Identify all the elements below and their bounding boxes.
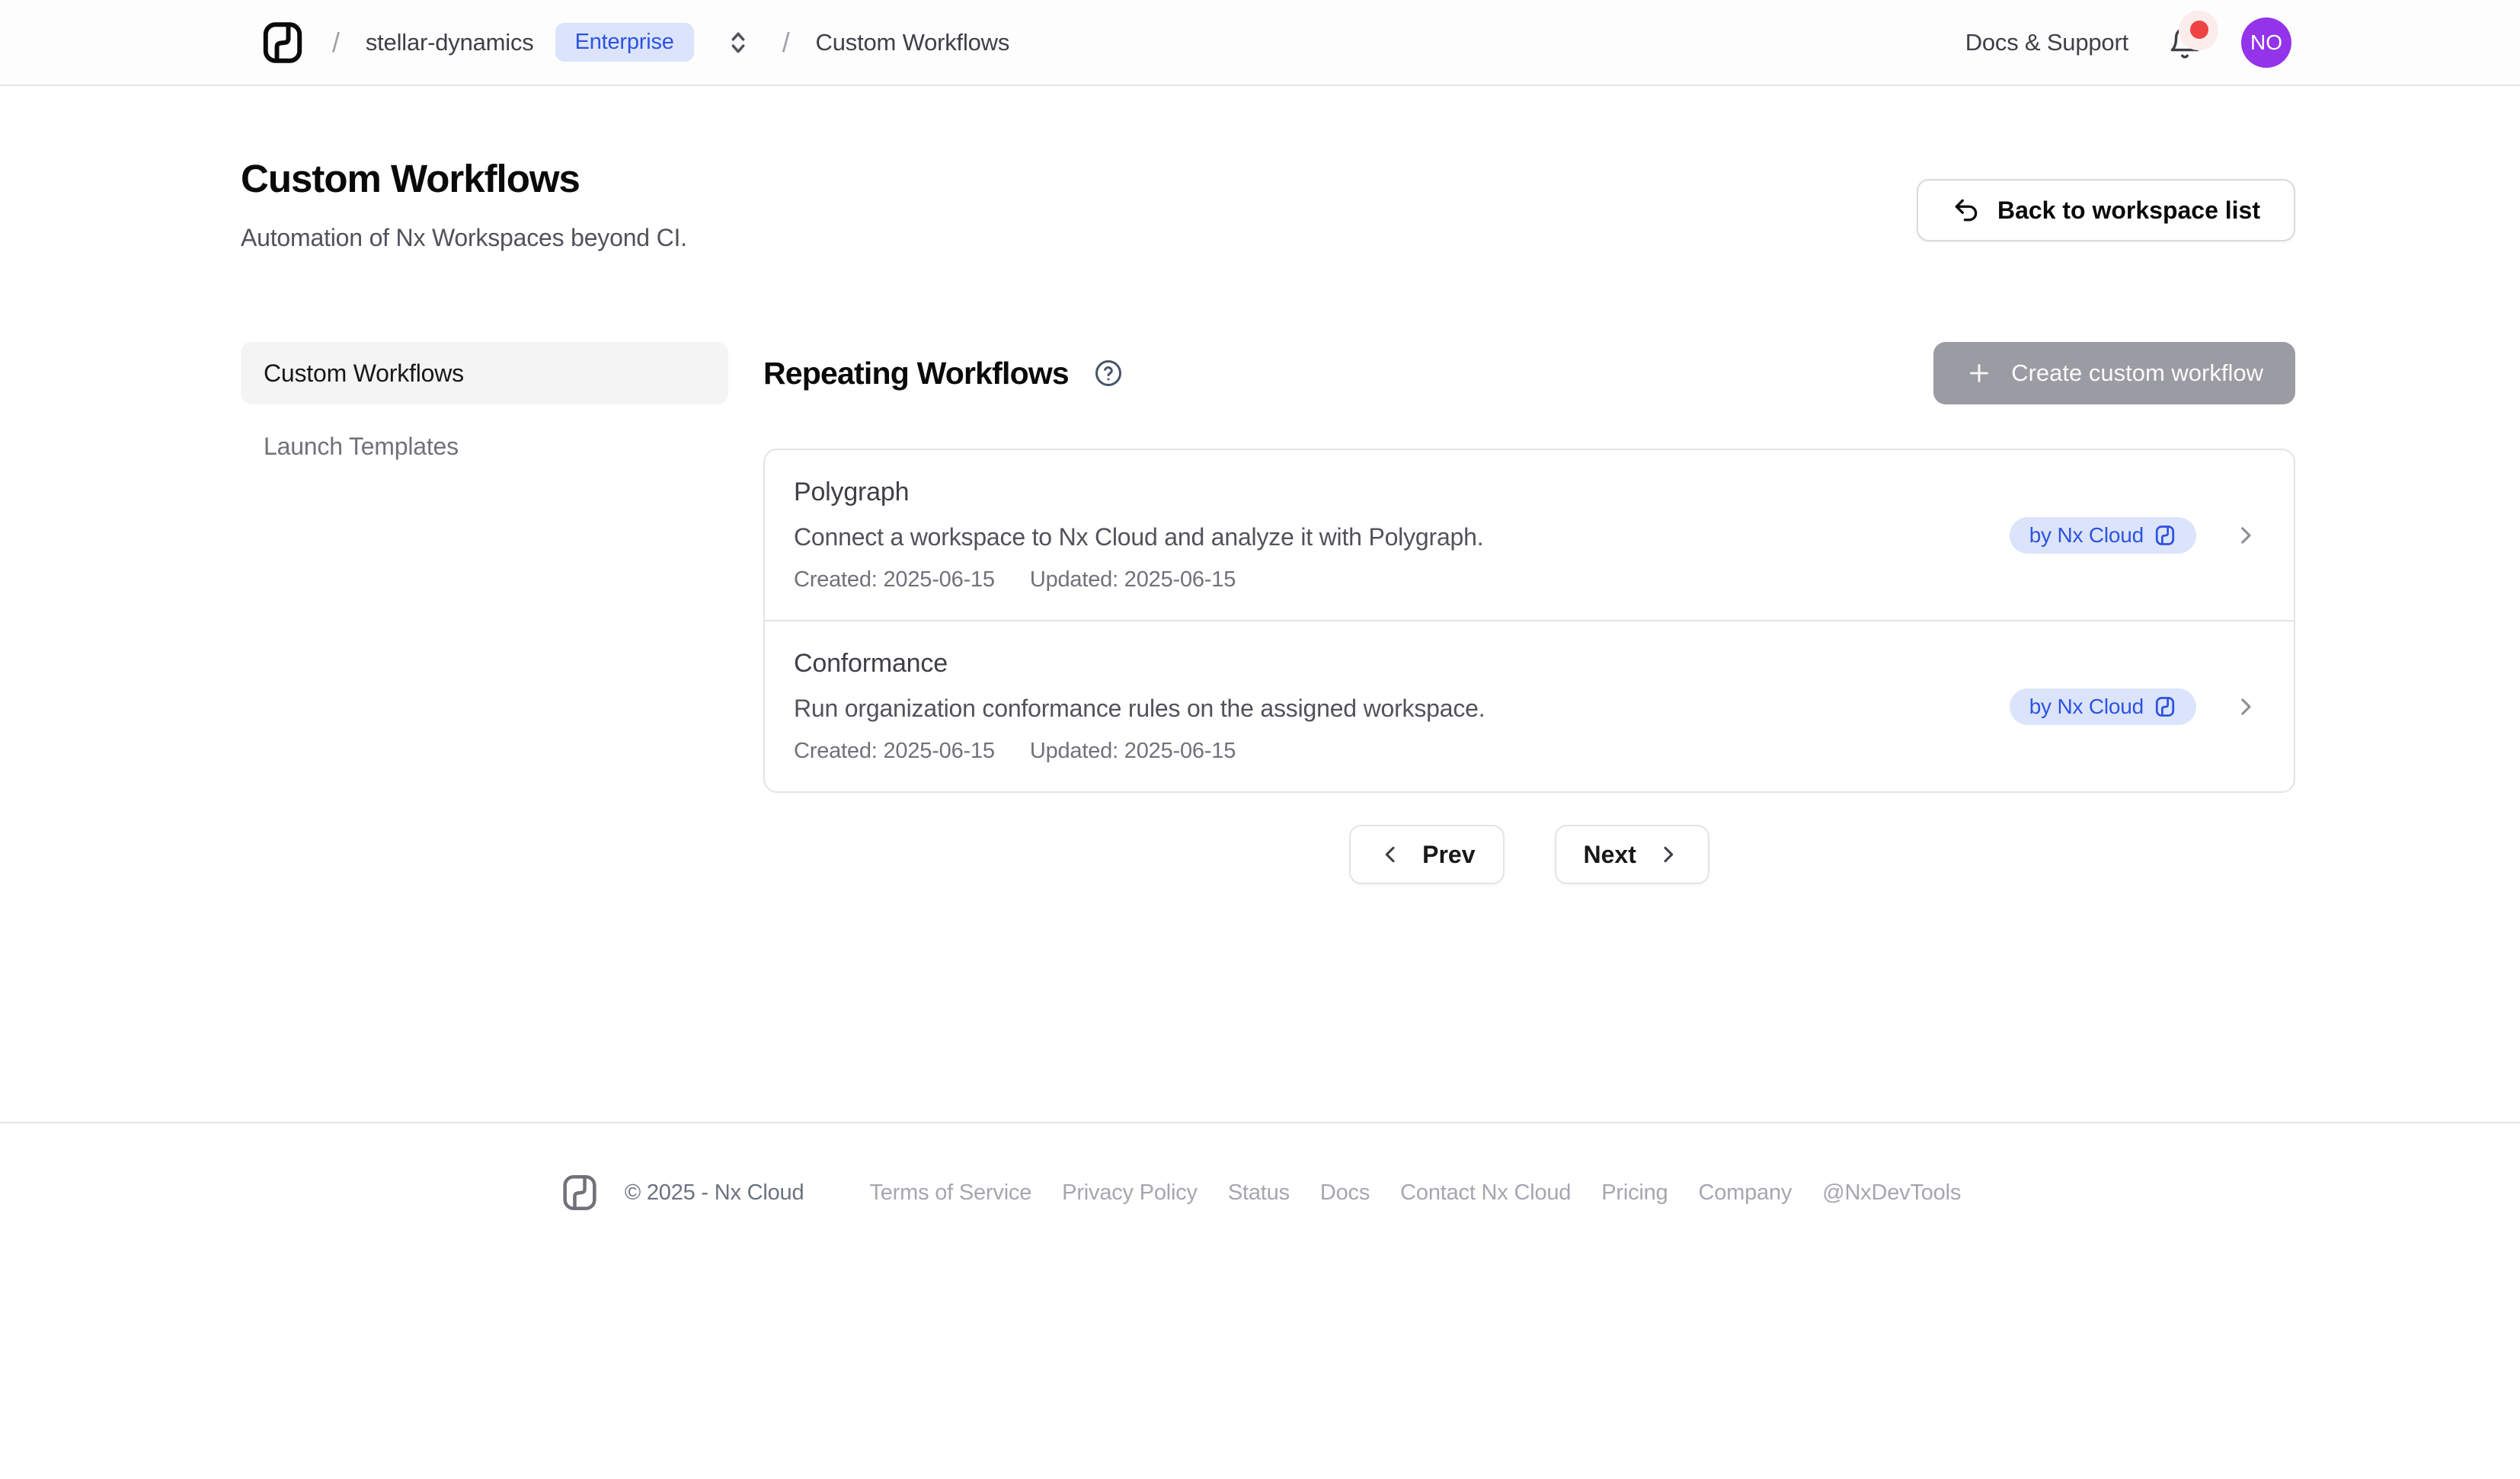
avatar[interactable]: NO	[2241, 18, 2291, 68]
workflow-info: Conformance Run organization conformance…	[794, 649, 2010, 764]
next-label: Next	[1584, 841, 1636, 869]
breadcrumb: / stellar-dynamics Enterprise / Custom W…	[259, 19, 1009, 66]
next-page-button[interactable]: Next	[1555, 825, 1709, 884]
footer: © 2025 - Nx Cloud Terms of Service Priva…	[0, 1122, 2520, 1213]
workflow-row-actions: by Nx Cloud	[2010, 517, 2265, 554]
workflow-row-actions: by Nx Cloud	[2010, 688, 2265, 725]
workflow-description: Connect a workspace to Nx Cloud and anal…	[794, 523, 2010, 551]
page-title: Custom Workflows	[241, 156, 687, 201]
workflow-row-polygraph[interactable]: Polygraph Connect a workspace to Nx Clou…	[765, 450, 2294, 620]
workflow-meta: Created: 2025-06-15 Updated: 2025-06-15	[794, 739, 2010, 764]
section-title: Repeating Workflows	[763, 356, 1069, 391]
section-header: Repeating Workflows	[763, 342, 2295, 404]
back-button-label: Back to workspace list	[1997, 196, 2260, 225]
help-circle-icon	[1093, 358, 1124, 388]
footer-link-contact[interactable]: Contact Nx Cloud	[1400, 1180, 1571, 1206]
content-columns: Custom Workflows Launch Templates Repeat…	[241, 342, 2295, 884]
footer-link-terms[interactable]: Terms of Service	[869, 1180, 1031, 1206]
workflow-updated: Updated: 2025-06-15	[1030, 739, 1236, 764]
page-header: Custom Workflows Automation of Nx Worksp…	[241, 156, 2295, 252]
create-custom-workflow-button[interactable]: Create custom workflow	[1933, 342, 2295, 404]
plus-icon	[1965, 359, 1993, 387]
workflow-description: Run organization conformance rules on th…	[794, 695, 2010, 723]
breadcrumb-page[interactable]: Custom Workflows	[816, 29, 1010, 56]
footer-link-privacy[interactable]: Privacy Policy	[1062, 1180, 1198, 1206]
prev-page-button[interactable]: Prev	[1349, 825, 1504, 884]
plan-badge: Enterprise	[555, 23, 694, 62]
workflows-sidebar: Custom Workflows Launch Templates	[241, 342, 728, 884]
breadcrumb-separator: /	[782, 27, 790, 59]
header-actions: Docs & Support NO	[1965, 18, 2291, 68]
sidebar-item-label: Custom Workflows	[264, 359, 464, 388]
avatar-initials: NO	[2250, 30, 2282, 55]
page-header-text: Custom Workflows Automation of Nx Worksp…	[241, 156, 687, 252]
chevrons-up-down-icon	[723, 27, 753, 58]
footer-link-docs[interactable]: Docs	[1320, 1180, 1370, 1206]
notifications-button[interactable]	[2162, 20, 2208, 65]
nx-logo-icon	[559, 1172, 600, 1213]
chevron-left-icon	[1378, 842, 1402, 867]
page-content: Custom Workflows Automation of Nx Worksp…	[241, 156, 2295, 884]
chevron-right-icon	[1656, 842, 1681, 867]
chevron-right-icon[interactable]	[2233, 694, 2259, 720]
footer-link-nxdevtools[interactable]: @NxDevTools	[1822, 1180, 1961, 1206]
undo-arrow-icon	[1952, 196, 1981, 225]
sidebar-item-custom-workflows[interactable]: Custom Workflows	[241, 342, 728, 404]
workflow-list: Polygraph Connect a workspace to Nx Clou…	[763, 449, 2295, 793]
chevron-right-icon[interactable]	[2233, 522, 2259, 548]
notification-dot	[2190, 21, 2208, 39]
sidebar-item-launch-templates[interactable]: Launch Templates	[241, 415, 728, 478]
footer-link-company[interactable]: Company	[1698, 1180, 1792, 1206]
workflow-row-conformance[interactable]: Conformance Run organization conformance…	[765, 620, 2294, 791]
section-title-group: Repeating Workflows	[763, 356, 1124, 391]
workflow-title: Polygraph	[794, 478, 2010, 507]
workflow-info: Polygraph Connect a workspace to Nx Clou…	[794, 478, 2010, 593]
badge-label: by Nx Cloud	[2029, 695, 2144, 719]
top-nav: / stellar-dynamics Enterprise / Custom W…	[0, 0, 2520, 86]
page-subtitle: Automation of Nx Workspaces beyond CI.	[241, 224, 687, 252]
footer-link-pricing[interactable]: Pricing	[1601, 1180, 1668, 1206]
nx-logo-icon[interactable]	[259, 19, 306, 66]
footer-link-status[interactable]: Status	[1228, 1180, 1290, 1206]
help-button[interactable]	[1093, 358, 1124, 388]
pagination: Prev Next	[763, 825, 2295, 884]
repeating-workflows-section: Repeating Workflows	[763, 342, 2295, 884]
by-nx-cloud-badge: by Nx Cloud	[2010, 517, 2196, 554]
back-to-workspace-list-button[interactable]: Back to workspace list	[1917, 179, 2295, 241]
workflow-created: Created: 2025-06-15	[794, 567, 995, 593]
footer-links: Terms of Service Privacy Policy Status D…	[869, 1180, 1961, 1206]
breadcrumb-separator: /	[332, 27, 340, 59]
prev-label: Prev	[1422, 841, 1475, 869]
nx-logo-icon	[2154, 695, 2176, 718]
workflow-meta: Created: 2025-06-15 Updated: 2025-06-15	[794, 567, 2010, 593]
breadcrumb-workspace[interactable]: stellar-dynamics	[366, 29, 534, 56]
copyright-text: © 2025 - Nx Cloud	[625, 1180, 804, 1206]
docs-support-link[interactable]: Docs & Support	[1965, 29, 2128, 56]
create-button-label: Create custom workflow	[2011, 359, 2263, 387]
footer-row: © 2025 - Nx Cloud Terms of Service Priva…	[0, 1123, 2520, 1213]
nx-logo-icon	[2154, 524, 2176, 547]
badge-label: by Nx Cloud	[2029, 523, 2144, 548]
workflow-title: Conformance	[794, 649, 2010, 679]
workflow-updated: Updated: 2025-06-15	[1030, 567, 1236, 593]
by-nx-cloud-badge: by Nx Cloud	[2010, 688, 2196, 725]
workflow-created: Created: 2025-06-15	[794, 739, 995, 764]
sidebar-item-label: Launch Templates	[264, 433, 459, 461]
workspace-switcher-button[interactable]	[720, 24, 756, 61]
